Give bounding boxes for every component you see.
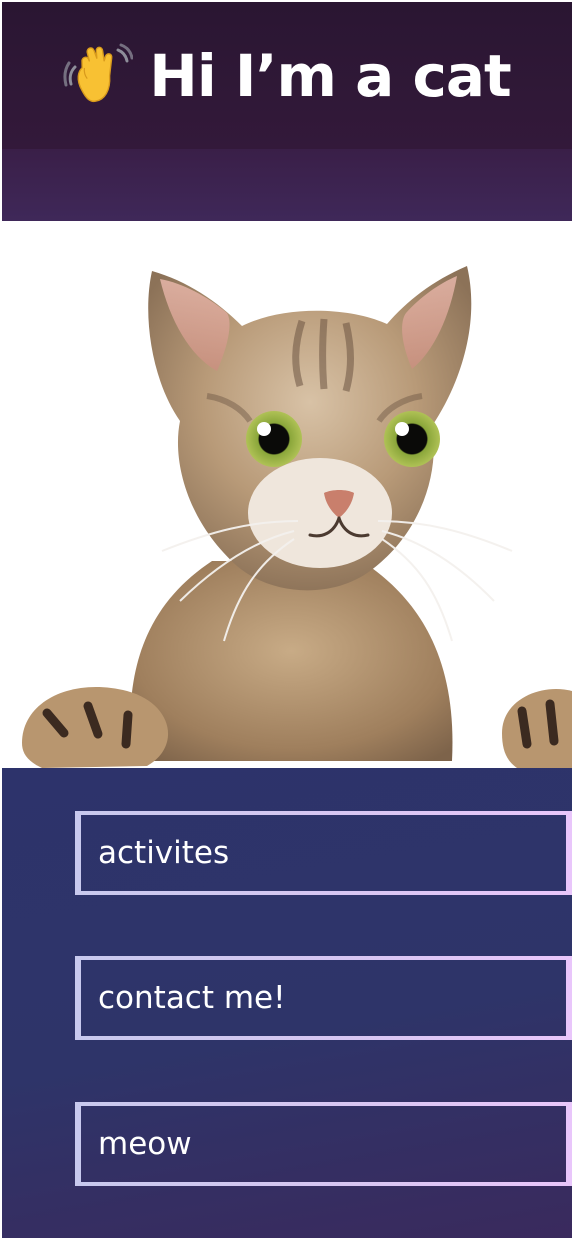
app-frame: Hi I’m a cat activites contact me! meow: [2, 2, 572, 1238]
activities-label: activites: [98, 834, 230, 871]
cat-photo: [22, 266, 572, 768]
waving-hand-icon: [63, 43, 134, 102]
hero-image-area: [2, 221, 572, 768]
menu-section: activites contact me! meow: [2, 768, 572, 1238]
header-subband: [2, 149, 572, 221]
header: Hi I’m a cat: [2, 2, 572, 149]
meow-button[interactable]: meow: [75, 1102, 572, 1186]
header-content: Hi I’m a cat: [63, 41, 512, 111]
activities-button[interactable]: activites: [75, 811, 572, 895]
meow-label: meow: [98, 1125, 192, 1162]
contact-button[interactable]: contact me!: [75, 956, 572, 1040]
page: Hi I’m a cat activites contact me! meow: [0, 0, 574, 1240]
contact-label: contact me!: [98, 979, 286, 1016]
page-title: Hi I’m a cat: [149, 41, 511, 110]
